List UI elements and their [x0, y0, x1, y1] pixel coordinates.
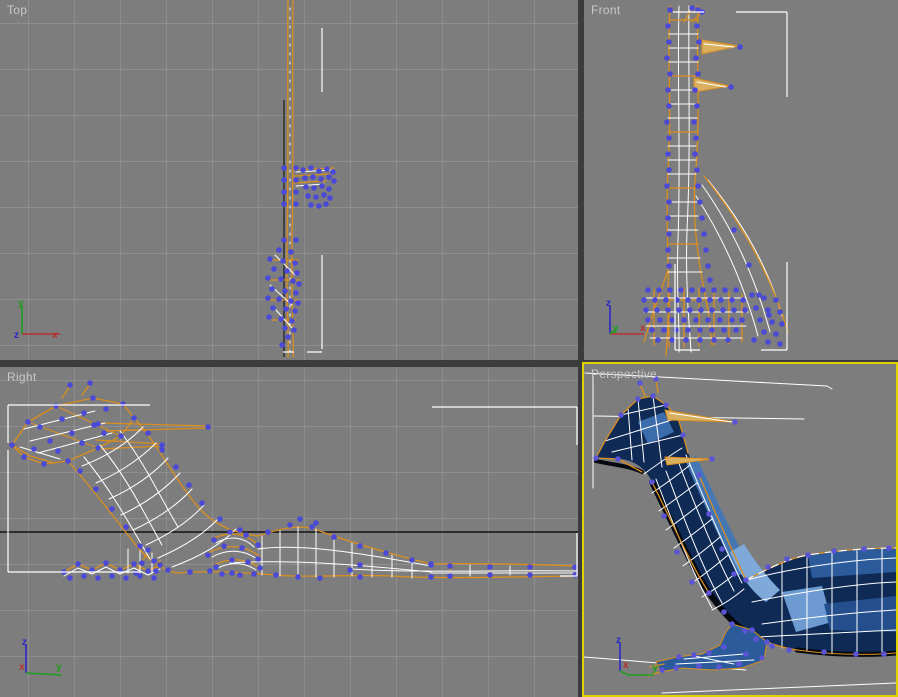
viewport-quad-grid: Top y x z Front z x y Right z y x Perspe…	[0, 0, 898, 697]
perspective-axis-right-label: y	[652, 663, 658, 674]
viewport-right-label[interactable]: Right	[7, 370, 37, 384]
axis-gizmo-front: z x y	[606, 298, 646, 335]
viewport-top-label[interactable]: Top	[7, 3, 27, 17]
viewport-top-canvas[interactable]	[0, 0, 578, 360]
viewport-front[interactable]: Front z x y	[584, 0, 898, 360]
axis-gizmo-right: z y x	[19, 637, 63, 676]
top-axis-up-label: y	[18, 298, 24, 309]
front-axis-right-label: x	[640, 323, 646, 334]
viewport-top[interactable]: Top y x z	[0, 0, 578, 360]
top-grid-lines	[0, 0, 578, 360]
perspective-axis-origin-label: x	[623, 660, 629, 671]
viewport-perspective[interactable]: Perspective z x y	[582, 362, 898, 697]
axis-gizmo-top: y x z	[14, 298, 60, 341]
viewport-front-label[interactable]: Front	[591, 3, 621, 17]
right-axis-up-label: z	[22, 637, 27, 648]
perspective-axis-up-label: z	[616, 637, 621, 646]
front-axis-up-label: z	[606, 298, 611, 309]
top-axis-right-label: x	[52, 330, 58, 341]
viewport-right-canvas[interactable]	[0, 367, 578, 697]
viewport-perspective-label[interactable]: Perspective	[591, 367, 657, 381]
front-axis-origin-label: y	[613, 323, 619, 334]
axis-gizmo-perspective: z x y	[616, 637, 658, 676]
right-axis-origin-label: x	[19, 662, 25, 673]
top-axis-origin-label: z	[14, 330, 19, 341]
right-axis-right-label: y	[56, 662, 62, 673]
viewport-right[interactable]: Right z y x	[0, 367, 578, 697]
